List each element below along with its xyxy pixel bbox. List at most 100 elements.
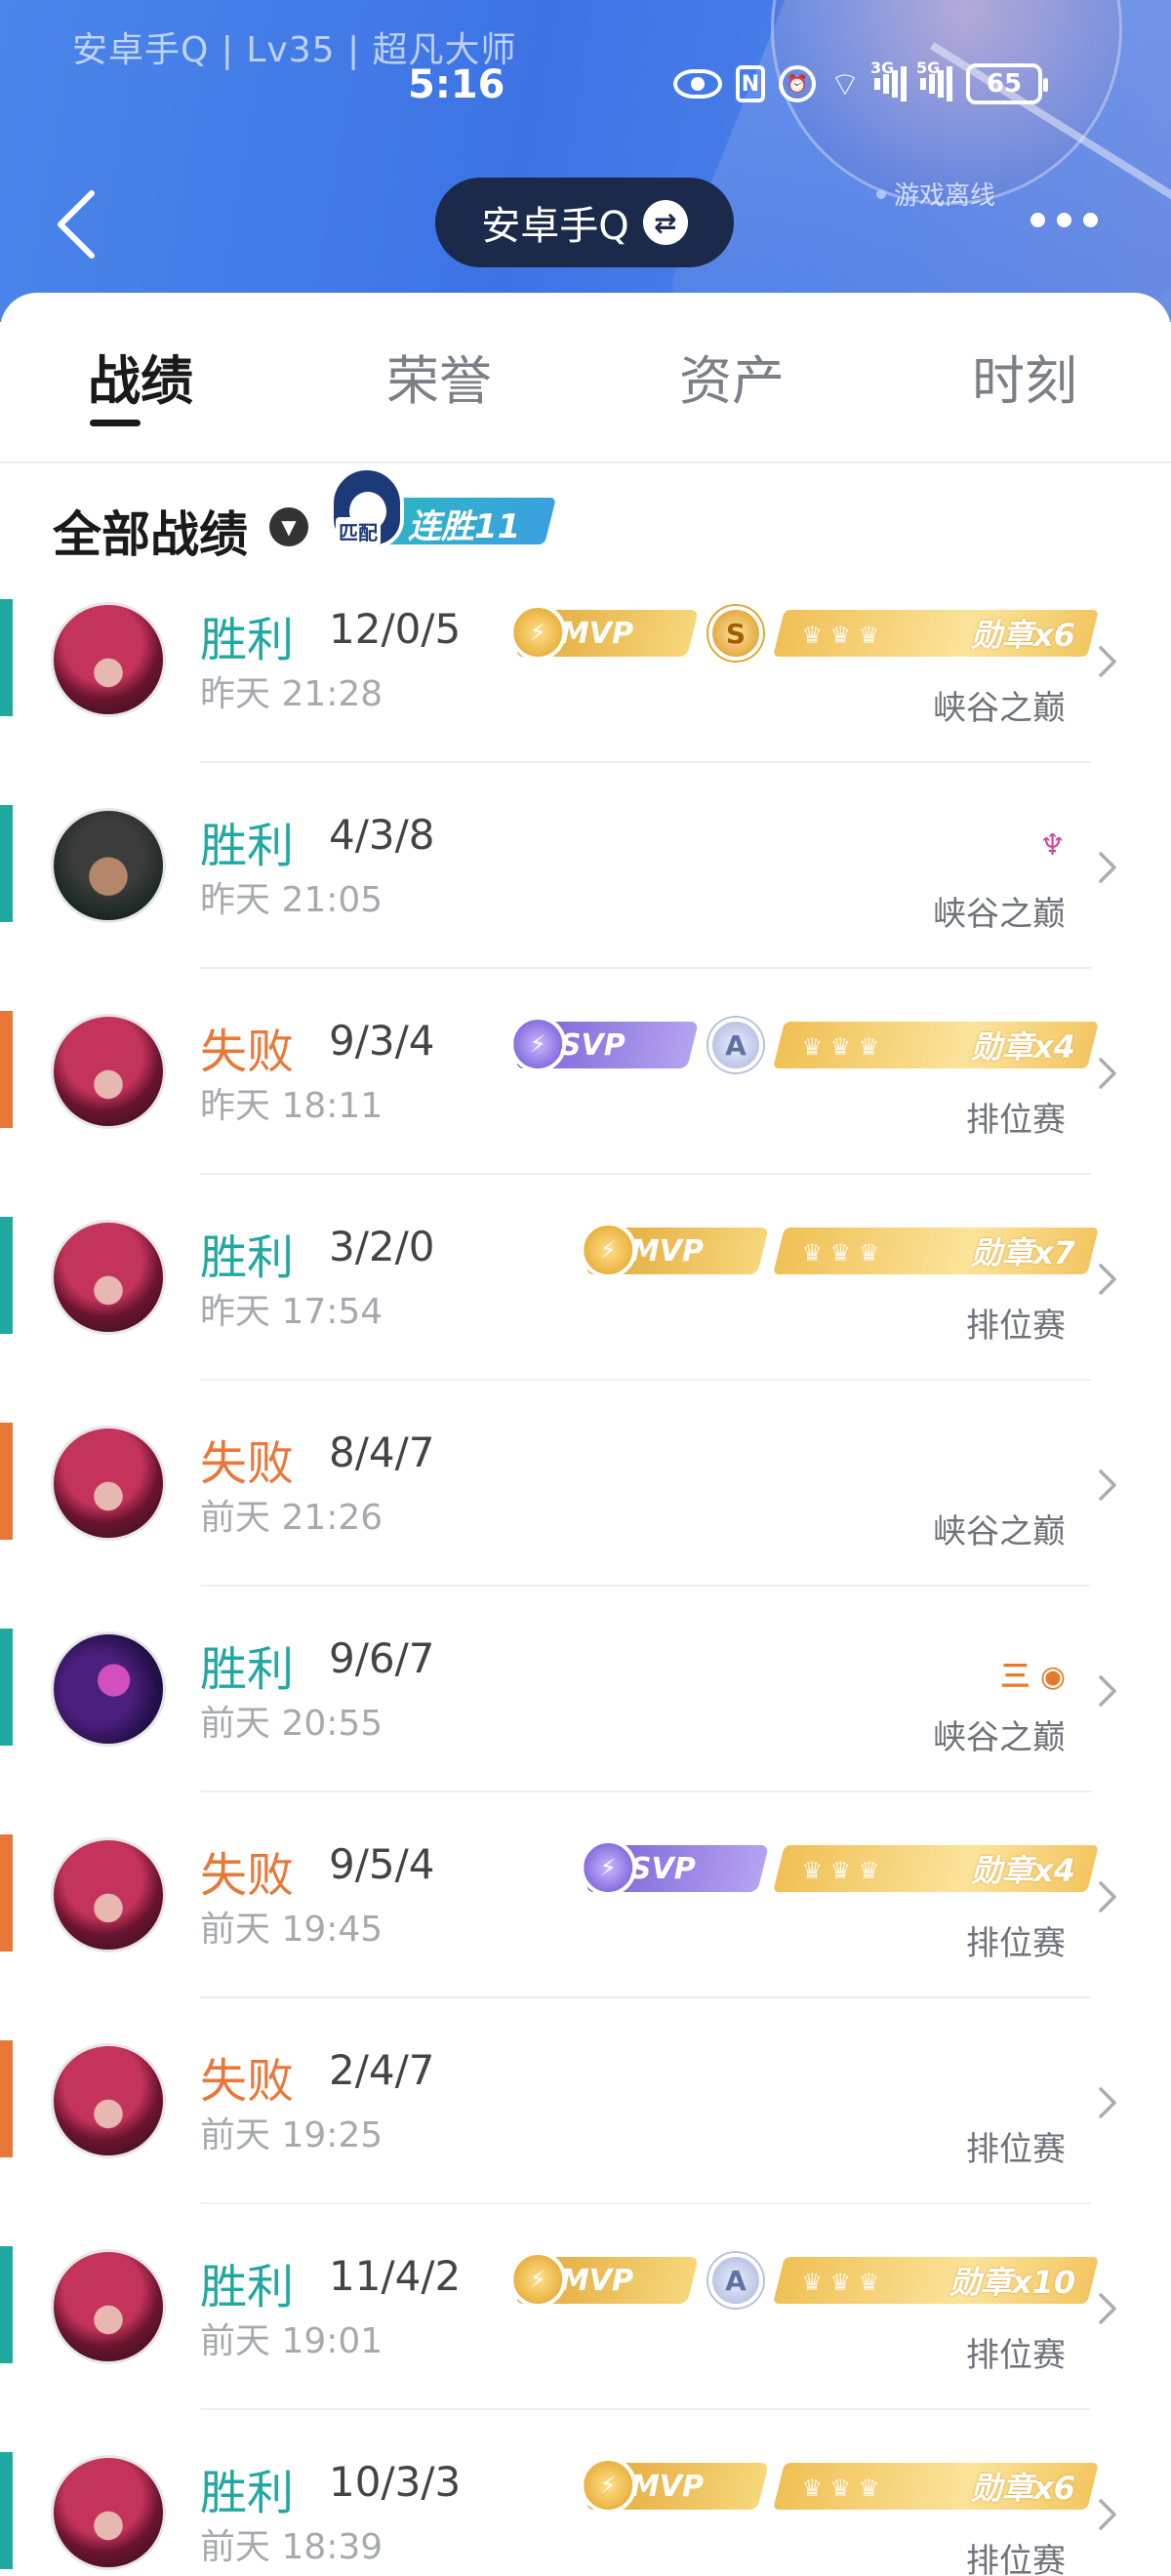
lightning-icon: ⚡ bbox=[509, 604, 567, 661]
back-button[interactable] bbox=[49, 185, 107, 263]
mvp-badge: ⚡ MVP bbox=[509, 2251, 699, 2308]
lightning-icon: ⚡ bbox=[580, 1222, 637, 1278]
medal-label: 勋章x7 bbox=[971, 1234, 1075, 1271]
result-indicator bbox=[0, 599, 13, 716]
match-kda: 8/4/7 bbox=[329, 1429, 435, 1476]
result-indicator bbox=[0, 1423, 13, 1540]
match-time: 前天 18:39 bbox=[200, 2527, 384, 2567]
match-kda: 12/0/5 bbox=[329, 605, 462, 653]
match-row[interactable]: 失败 2/4/7 前天 19:25 排位赛 bbox=[0, 2034, 1171, 2240]
chevron-right-icon bbox=[1099, 646, 1116, 677]
match-result: 失败 bbox=[200, 1436, 295, 1491]
match-mode: 峡谷之巅 bbox=[933, 895, 1066, 934]
result-indicator bbox=[0, 2040, 13, 2157]
row-divider bbox=[200, 1791, 1091, 1792]
medal-icons: ♛ ♛ ♛ bbox=[801, 2475, 880, 2502]
match-kda: 10/3/3 bbox=[329, 2458, 462, 2506]
match-mode: 排位赛 bbox=[966, 2542, 1066, 2576]
match-kda: 11/4/2 bbox=[329, 2252, 462, 2300]
medal-badge: ♛ ♛ ♛ 勋章x4 bbox=[773, 1022, 1099, 1068]
match-result: 失败 bbox=[200, 1848, 295, 1903]
chevron-right-icon bbox=[1099, 1675, 1116, 1707]
nfc-icon: N bbox=[736, 65, 765, 102]
result-indicator bbox=[0, 1629, 13, 1746]
match-list: 胜利 12/0/5 昨天 21:28 ⚡ MVP S ♛ ♛ ♛ 勋章x6 峡谷之巅 胜… bbox=[0, 593, 1171, 2576]
signal-label-2: 5G bbox=[915, 59, 941, 77]
chevron-right-icon bbox=[1099, 1469, 1116, 1501]
account-switch-button[interactable]: 安卓手Q ⇄ bbox=[435, 178, 734, 267]
more-dots-icon bbox=[1030, 212, 1045, 227]
hero-avatar bbox=[51, 1014, 166, 1129]
medal-label: 勋章x4 bbox=[971, 1852, 1075, 1889]
match-kda: 2/4/7 bbox=[329, 2046, 435, 2094]
status-icons: N ⏰ ⌔ 3G 5G 65 bbox=[673, 59, 1048, 107]
match-mode: 峡谷之巅 bbox=[933, 1718, 1066, 1757]
medal-badge: ♛ ♛ ♛ 勋章x6 bbox=[773, 2463, 1099, 2510]
medal-icons: ♛ ♛ ♛ bbox=[801, 1033, 880, 1061]
chevron-right-icon bbox=[1099, 2293, 1116, 2324]
offline-dot-icon bbox=[876, 188, 886, 199]
tab-honor[interactable]: 荣誉 bbox=[386, 338, 492, 415]
win-streak-badge: 匹配 连胜11 bbox=[330, 466, 556, 550]
match-result: 胜利 bbox=[200, 2466, 295, 2520]
row-divider bbox=[200, 2408, 1091, 2410]
chevron-right-icon bbox=[1099, 2087, 1116, 2118]
hero-avatar bbox=[51, 2043, 166, 2158]
perf-badge-label: MVP bbox=[630, 1233, 705, 1268]
match-kda: 3/2/0 bbox=[329, 1223, 435, 1270]
match-kda: 4/3/8 bbox=[329, 811, 435, 859]
tab-bar: 战绩 荣誉 资产 时刻 bbox=[0, 293, 1171, 463]
match-time: 前天 19:25 bbox=[200, 2115, 384, 2155]
match-row[interactable]: 胜利 11/4/2 前天 19:01 ⚡ MVP A ♛ ♛ ♛ 勋章x10 排位赛 bbox=[0, 2240, 1171, 2446]
tab-moments[interactable]: 时刻 bbox=[972, 338, 1077, 415]
match-mode: 排位赛 bbox=[966, 2336, 1066, 2375]
mvp-badge: ⚡ MVP bbox=[580, 1222, 769, 1278]
status-time: 5:16 bbox=[408, 62, 505, 107]
signal-label-1: 3G bbox=[869, 59, 895, 77]
more-button[interactable] bbox=[1030, 205, 1099, 234]
match-row[interactable]: 胜利 3/2/0 昨天 17:54 ⚡ MVP ♛ ♛ ♛ 勋章x7 排位赛 bbox=[0, 1211, 1171, 1417]
chevron-down-icon[interactable]: ▼ bbox=[269, 507, 308, 546]
medal-label: 勋章x6 bbox=[971, 2470, 1075, 2507]
match-row[interactable]: 失败 9/5/4 前天 19:45 ⚡ SVP ♛ ♛ ♛ 勋章x4 排位赛 bbox=[0, 1829, 1171, 2034]
hero-avatar bbox=[51, 1426, 166, 1541]
medal-badge: ♛ ♛ ♛ 勋章x6 bbox=[773, 610, 1099, 657]
match-result: 胜利 bbox=[200, 1642, 295, 1697]
hero-avatar bbox=[51, 1837, 166, 1952]
lightning-icon: ⚡ bbox=[580, 2457, 637, 2514]
match-row[interactable]: 胜利 4/3/8 昨天 21:05 峡谷之巅 ♆ bbox=[0, 799, 1171, 1005]
perf-badge-label: MVP bbox=[560, 2263, 634, 2298]
result-indicator bbox=[0, 1011, 13, 1128]
match-mode: 排位赛 bbox=[966, 2130, 1066, 2169]
result-indicator bbox=[0, 805, 13, 922]
medal-icons: ♛ ♛ ♛ bbox=[801, 622, 880, 649]
result-indicator bbox=[0, 2246, 13, 2363]
match-badges: ⚡ MVP S ♛ ♛ ♛ 勋章x6 bbox=[509, 603, 1099, 664]
signal-icon: 5G bbox=[916, 59, 952, 101]
match-result: 胜利 bbox=[200, 819, 295, 873]
match-result: 胜利 bbox=[200, 2260, 295, 2314]
match-badges: ⚡ SVP ♛ ♛ ♛ 勋章x4 bbox=[580, 1838, 1099, 1899]
match-time: 前天 20:55 bbox=[200, 1704, 384, 1744]
chevron-right-icon bbox=[1099, 1058, 1116, 1089]
match-kda: 9/6/7 bbox=[329, 1634, 435, 1682]
record-filter-title[interactable]: 全部战绩 bbox=[53, 496, 248, 566]
tab-record[interactable]: 战绩 bbox=[88, 338, 193, 415]
rating-badge-a: A bbox=[708, 1018, 763, 1072]
streak-mode-label: 匹配 bbox=[336, 517, 381, 545]
match-time: 前天 21:26 bbox=[200, 1498, 384, 1538]
match-row[interactable]: 失败 9/3/4 昨天 18:11 ⚡ SVP A ♛ ♛ ♛ 勋章x4 排位赛 bbox=[0, 1005, 1171, 1211]
match-time: 昨天 21:28 bbox=[200, 674, 384, 714]
match-row[interactable]: 胜利 9/6/7 前天 20:55 峡谷之巅 三 ◉ bbox=[0, 1623, 1171, 1829]
tab-assets[interactable]: 资产 bbox=[679, 338, 785, 415]
medal-icons: ♛ ♛ ♛ bbox=[801, 1239, 880, 1267]
chevron-right-icon bbox=[1099, 2499, 1116, 2530]
rating-badge-s: S bbox=[708, 606, 763, 661]
match-badges: ⚡ SVP A ♛ ♛ ♛ 勋章x4 bbox=[509, 1015, 1099, 1075]
hero-avatar bbox=[51, 1631, 166, 1747]
match-row[interactable]: 胜利 10/3/3 前天 18:39 ⚡ MVP ♛ ♛ ♛ 勋章x6 排位赛 bbox=[0, 2446, 1171, 2576]
match-badges: ⚡ MVP A ♛ ♛ ♛ 勋章x10 bbox=[509, 2250, 1099, 2311]
match-row[interactable]: 失败 8/4/7 前天 21:26 峡谷之巅 bbox=[0, 1417, 1171, 1623]
row-divider bbox=[200, 1996, 1091, 1998]
match-row[interactable]: 胜利 12/0/5 昨天 21:28 ⚡ MVP S ♛ ♛ ♛ 勋章x6 峡谷之巅 bbox=[0, 593, 1171, 799]
